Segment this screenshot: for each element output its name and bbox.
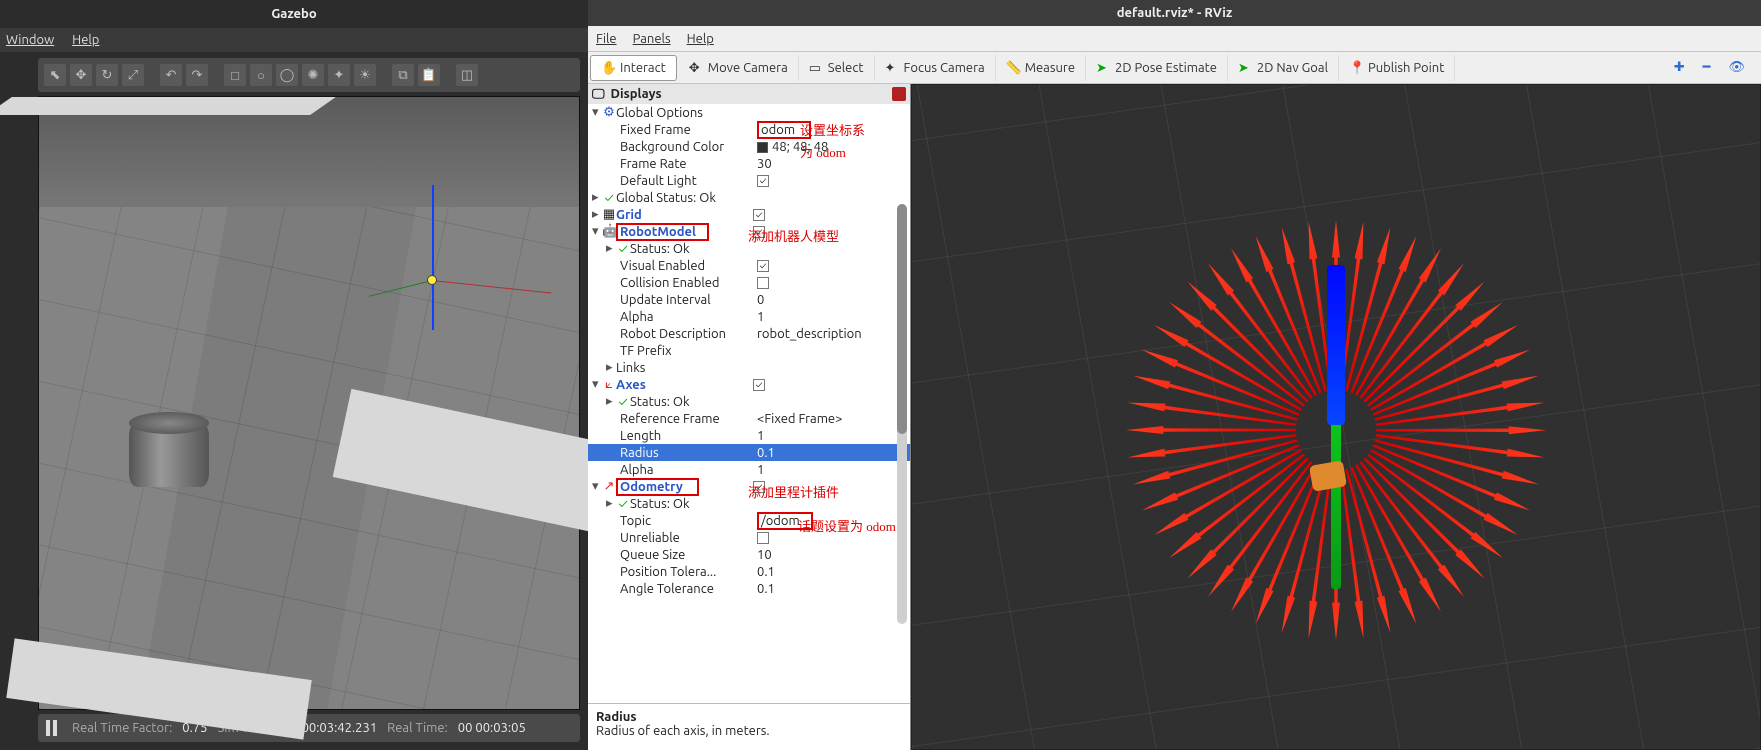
- hand-icon: ✋: [601, 61, 615, 75]
- axis-z: [1327, 265, 1345, 425]
- select-icon: ▭: [809, 61, 823, 75]
- displays-tree[interactable]: ▾⚙Global Options Fixed Frameodom Backgro…: [588, 104, 910, 703]
- scale-icon[interactable]: ⤢: [122, 64, 144, 86]
- rviz-menu-panels[interactable]: Panels: [633, 32, 671, 46]
- light-dir-icon[interactable]: ☀: [354, 64, 376, 86]
- select-button[interactable]: ▭Select: [799, 55, 875, 81]
- gazebo-left-gutter[interactable]: [0, 96, 38, 710]
- redo-icon[interactable]: ↷: [186, 64, 208, 86]
- gazebo-toolbar: ⬉ ✥ ↻ ⤢ ↶ ↷ □ ○ ◯ ✺ ✦ ☀ ⧉ 📋 ◫: [38, 58, 580, 92]
- grid-icon: ▦: [602, 207, 616, 222]
- description-title: Radius: [596, 710, 636, 724]
- interact-button[interactable]: ✋Interact: [590, 55, 677, 81]
- gear-icon: ⚙: [602, 105, 616, 120]
- scrollbar-thumb[interactable]: [897, 204, 907, 434]
- robotmodel-icon: 🤖: [602, 224, 616, 239]
- focus-camera-button[interactable]: ✦Focus Camera: [875, 55, 996, 81]
- displays-panel: 🖵 Displays ▾⚙Global Options Fixed Frameo…: [588, 84, 911, 750]
- nav-goal-button[interactable]: ➤2D Nav Goal: [1228, 55, 1339, 81]
- rviz-viewport[interactable]: [911, 84, 1761, 750]
- sphere-icon[interactable]: ○: [250, 64, 272, 86]
- gazebo-viewport[interactable]: [38, 96, 580, 710]
- rviz-toolbar: ✋Interact ✥Move Camera ▭Select ✦Focus Ca…: [588, 52, 1761, 84]
- ruler-icon: 📏: [1006, 61, 1020, 75]
- paste-icon[interactable]: 📋: [418, 64, 440, 86]
- gazebo-menu-help[interactable]: Help: [72, 33, 99, 47]
- pointer-icon[interactable]: ⬉: [44, 64, 66, 86]
- gazebo-cylinder-object: [129, 422, 209, 487]
- toggle-visibility-icon[interactable]: 👁: [1728, 60, 1745, 75]
- annotation-coord: 设置坐标系: [800, 120, 865, 139]
- publish-point-button[interactable]: 📍Publish Point: [1339, 55, 1455, 81]
- pause-icon[interactable]: [46, 720, 62, 736]
- rviz-menu-help[interactable]: Help: [687, 32, 714, 46]
- radius-row-selected[interactable]: Radius0.1: [588, 444, 910, 461]
- rotate-icon[interactable]: ↻: [96, 64, 118, 86]
- displays-header: Displays: [611, 87, 662, 101]
- displays-icon: 🖵: [592, 87, 605, 102]
- realtime-label: Real Time:: [387, 721, 448, 735]
- rviz-window: default.rviz* - RViz File Panels Help ✋I…: [588, 0, 1761, 750]
- annotation-addodom: 添加里程计插件: [748, 482, 839, 501]
- copy-icon[interactable]: ⧉: [392, 64, 414, 86]
- axis-y: [1331, 409, 1341, 589]
- axes-icon: ⟀: [602, 377, 616, 392]
- arrow-green-icon: ➤: [1096, 61, 1110, 75]
- measure-button[interactable]: 📏Measure: [996, 55, 1086, 81]
- annotation-coord2: 为 odom: [800, 142, 846, 161]
- undo-icon[interactable]: ↶: [160, 64, 182, 86]
- check-icon: ✓: [616, 242, 630, 256]
- realtime-value: 00 00:03:05: [458, 721, 526, 735]
- rviz-title: default.rviz* - RViz: [588, 0, 1761, 26]
- cylinder-icon[interactable]: ◯: [276, 64, 298, 86]
- close-icon[interactable]: [892, 87, 906, 101]
- robotmodel-highlight: RobotModel: [616, 223, 709, 241]
- rtf-label: Real Time Factor:: [72, 721, 172, 735]
- move-camera-button[interactable]: ✥Move Camera: [679, 55, 799, 81]
- add-display-icon[interactable]: ✚: [1674, 60, 1685, 75]
- annotation-topic: 话题设置为 odom: [798, 516, 896, 535]
- rviz-menu-file[interactable]: File: [596, 32, 617, 46]
- light-point-icon[interactable]: ✺: [302, 64, 324, 86]
- odometry-highlight: Odometry: [616, 478, 699, 496]
- pin-icon: 📍: [1349, 61, 1363, 75]
- gazebo-title: Gazebo: [0, 0, 588, 28]
- move-camera-icon: ✥: [689, 61, 703, 75]
- odometry-icon: ↗: [602, 479, 616, 494]
- move-icon[interactable]: ✥: [70, 64, 92, 86]
- focus-icon: ✦: [885, 61, 899, 75]
- check-icon: ✓: [616, 395, 630, 409]
- scrollbar[interactable]: [897, 204, 907, 624]
- check-icon: ✓: [616, 497, 630, 511]
- gazebo-statusbar: Real Time Factor: 0.75 Sim Time: 00 00:0…: [38, 714, 580, 742]
- snap-icon[interactable]: ◫: [456, 64, 478, 86]
- light-spot-icon[interactable]: ✦: [328, 64, 350, 86]
- annotation-addmodel: 添加机器人模型: [748, 226, 839, 245]
- rviz-menubar: File Panels Help: [588, 26, 1761, 52]
- gazebo-window: Gazebo Window Help ⬉ ✥ ↻ ⤢ ↶ ↷ □ ○ ◯ ✺ ✦…: [0, 0, 588, 750]
- check-icon: ✓: [602, 191, 616, 205]
- gazebo-menubar: Window Help: [0, 28, 588, 52]
- box-icon[interactable]: □: [224, 64, 246, 86]
- description-box: Radius Radius of each axis, in meters.: [588, 703, 910, 750]
- description-body: Radius of each axis, in meters.: [596, 724, 770, 738]
- gazebo-robot-marker: [427, 275, 437, 285]
- gazebo-menu-window[interactable]: Window: [6, 33, 54, 47]
- pose-estimate-button[interactable]: ➤2D Pose Estimate: [1086, 55, 1228, 81]
- arrow-green-icon: ➤: [1238, 61, 1252, 75]
- remove-display-icon[interactable]: ━: [1703, 60, 1711, 75]
